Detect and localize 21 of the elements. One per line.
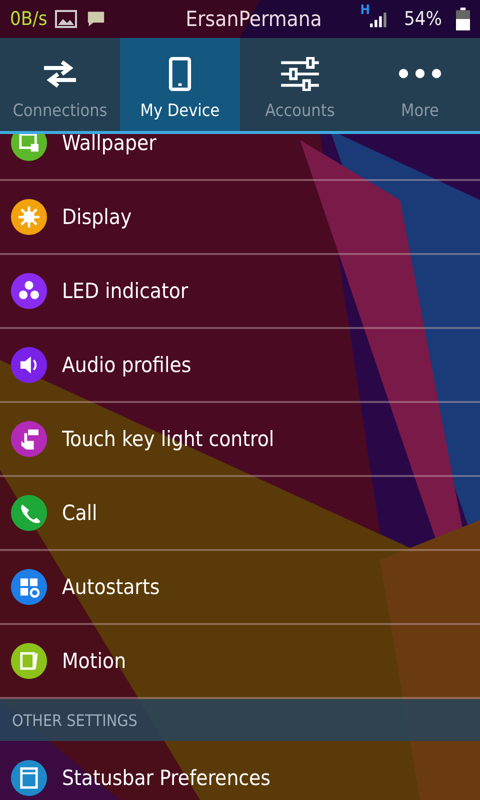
- settings-item[interactable]: LED indicator: [0, 255, 480, 329]
- network-speed: 0B/s: [10, 8, 48, 30]
- settings-item[interactable]: Call: [0, 477, 480, 551]
- network-type: H: [360, 3, 370, 18]
- tab[interactable]: My Device: [120, 38, 240, 131]
- settings-item[interactable]: Display: [0, 181, 480, 255]
- battery-icon: [456, 7, 470, 31]
- carrier-name: ErsanPermana: [184, 7, 323, 31]
- settings-item[interactable]: Touch key light control: [0, 403, 480, 477]
- settings-item[interactable]: Statusbar Preferences: [0, 741, 480, 800]
- tab[interactable]: Connections: [0, 38, 120, 131]
- more-icon: [398, 68, 442, 79]
- battery-percent: 54%: [404, 8, 442, 30]
- image-icon: [55, 10, 78, 28]
- section-header: OTHER SETTINGS: [0, 699, 480, 741]
- settings-item[interactable]: Wallpaper: [0, 134, 480, 181]
- tab[interactable]: Accounts: [240, 38, 360, 131]
- tab[interactable]: More: [360, 38, 480, 131]
- sliders-icon: [280, 57, 320, 91]
- settings-item[interactable]: Audio profiles: [0, 329, 480, 403]
- settings-item[interactable]: Autostarts: [0, 551, 480, 625]
